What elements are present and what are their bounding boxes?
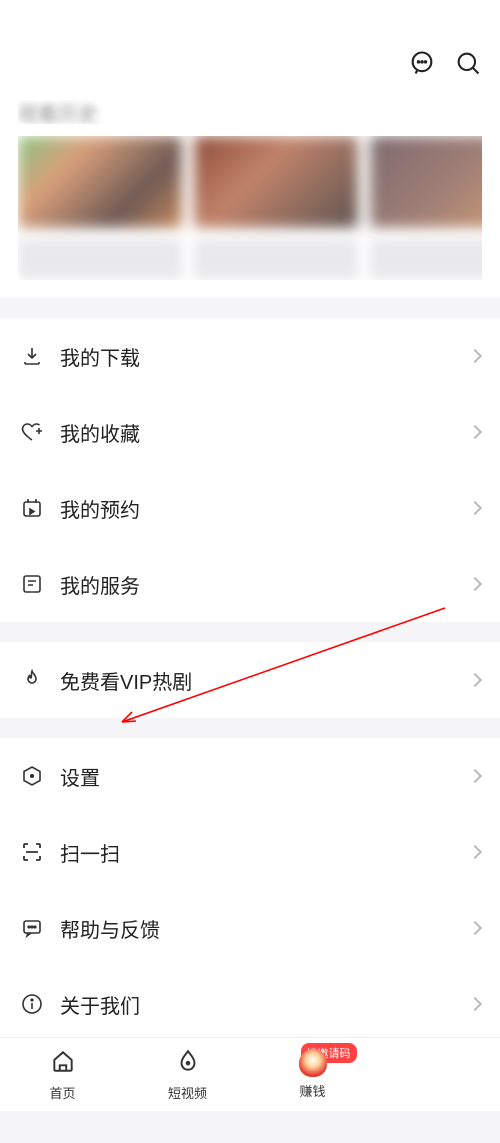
chat-icon[interactable]: [408, 49, 436, 82]
menu-label: 我的服务: [60, 570, 454, 599]
hexagon-icon: [20, 764, 44, 788]
history-title: 观看历史: [18, 100, 98, 124]
tab-label: 首页: [49, 1083, 75, 1102]
menu-label: 我的下载: [60, 342, 454, 371]
my-reservations[interactable]: 我的预约: [0, 470, 500, 546]
chevron-right-icon: [468, 501, 482, 515]
list-box-icon: [20, 572, 44, 596]
header-bar: [0, 0, 500, 100]
message-icon: [20, 916, 44, 940]
chevron-right-icon: [468, 673, 482, 687]
tab-short-video[interactable]: 短视频: [125, 1038, 250, 1111]
menu-group-1: 我的下载 我的收藏 我的预约 我的服务: [0, 318, 500, 622]
tab-label: 赚钱: [299, 1081, 325, 1100]
help-feedback[interactable]: 帮助与反馈: [0, 890, 500, 966]
scan-icon: [20, 840, 44, 864]
download-icon: [20, 344, 44, 368]
chevron-right-icon: [468, 769, 482, 783]
flame-icon: [20, 668, 44, 692]
drop-icon: [175, 1048, 201, 1079]
about-us[interactable]: 关于我们: [0, 966, 500, 1042]
settings[interactable]: 设置: [0, 738, 500, 814]
chevron-right-icon: [468, 921, 482, 935]
watch-history-section: 观看历史: [0, 100, 500, 298]
search-icon[interactable]: [454, 49, 482, 82]
chevron-right-icon: [468, 997, 482, 1011]
menu-group-3: 设置 扫一扫 帮助与反馈 关于我们: [0, 738, 500, 1042]
history-card[interactable]: [370, 136, 482, 280]
chevron-right-icon: [468, 349, 482, 363]
calendar-icon: [20, 496, 44, 520]
info-icon: [20, 992, 44, 1016]
history-card[interactable]: [194, 136, 358, 280]
chevron-right-icon: [468, 845, 482, 859]
menu-label: 扫一扫: [60, 838, 454, 867]
money-bag-icon: [299, 1049, 327, 1077]
heart-plus-icon: [20, 420, 44, 444]
menu-group-2: 免费看VIP热剧: [0, 642, 500, 718]
tab-bar: 首页 短视频 填邀请码 赚钱: [0, 1037, 500, 1111]
tab-label: 短视频: [168, 1083, 207, 1102]
menu-label: 设置: [60, 762, 454, 791]
chevron-right-icon: [468, 425, 482, 439]
tab-placeholder: [375, 1038, 500, 1111]
menu-label: 我的预约: [60, 494, 454, 523]
home-icon: [50, 1048, 76, 1079]
my-favorites[interactable]: 我的收藏: [0, 394, 500, 470]
menu-label: 我的收藏: [60, 418, 454, 447]
chevron-right-icon: [468, 577, 482, 591]
menu-label: 免费看VIP热剧: [60, 666, 454, 695]
history-card[interactable]: [18, 136, 182, 280]
tab-earn[interactable]: 填邀请码 赚钱: [250, 1038, 375, 1111]
free-vip[interactable]: 免费看VIP热剧: [0, 642, 500, 718]
my-services[interactable]: 我的服务: [0, 546, 500, 622]
my-downloads[interactable]: 我的下载: [0, 318, 500, 394]
menu-label: 帮助与反馈: [60, 914, 454, 943]
scan[interactable]: 扫一扫: [0, 814, 500, 890]
menu-label: 关于我们: [60, 990, 454, 1019]
tab-home[interactable]: 首页: [0, 1038, 125, 1111]
